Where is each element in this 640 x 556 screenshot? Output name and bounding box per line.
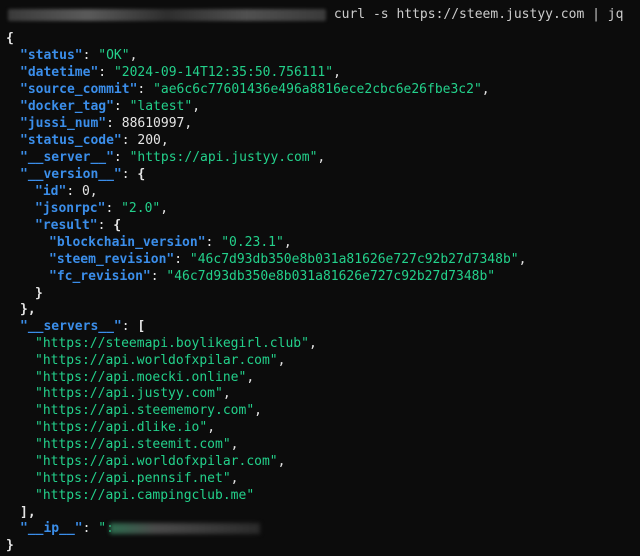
json-key: "docker_tag" <box>20 99 114 114</box>
json-key: "__server__" <box>20 150 114 165</box>
server-list-item: "https://api.dlike.io", <box>35 420 216 435</box>
server-list-item: "https://api.worldofxpilar.com", <box>35 353 286 368</box>
json-line-datetime: "datetime": "2024-09-14T12:35:50.756111"… <box>20 65 341 80</box>
json-key: "jsonrpc" <box>35 201 106 216</box>
json-key: "result" <box>35 218 98 233</box>
json-key: "status" <box>20 48 83 63</box>
json-line-id: "id": 0, <box>35 184 98 199</box>
json-line-source-commit: "source_commit": "ae6c6c77601436e496a881… <box>20 82 490 97</box>
server-list-item: "https://steemapi.boylikegirl.club", <box>35 336 317 351</box>
server-list-item: "https://api.campingclub.me" <box>35 488 255 503</box>
json-value: "46c7d93db350e8b031a81626e727c92b27d7348… <box>166 269 496 284</box>
server-list-item: "https://api.justyy.com", <box>35 386 231 401</box>
json-value: 0 <box>81 184 90 199</box>
json-value: 88610997 <box>121 116 185 131</box>
json-key: "__ip__" <box>20 521 83 536</box>
json-line-steem-revision: "steem_revision": "46c7d93db350e8b031a81… <box>49 252 527 267</box>
json-key: "id" <box>35 184 67 199</box>
json-key: "steem_revision" <box>49 252 175 267</box>
brace-close: }, <box>20 302 36 317</box>
json-value: "OK" <box>98 48 130 63</box>
json-line-status: "status": "OK", <box>20 48 138 63</box>
json-line-servers: "__servers__": [ <box>20 319 146 334</box>
redacted-prompt <box>8 8 326 21</box>
redacted-ip <box>109 523 260 534</box>
json-line-jussi-num: "jussi_num": 88610997, <box>20 116 193 131</box>
json-key: "__servers__" <box>20 319 122 334</box>
json-line-blockchain-version: "blockchain_version": "0.23.1", <box>49 235 292 250</box>
json-line-server: "__server__": "https://api.justyy.com", <box>20 150 326 165</box>
brace-close: } <box>35 286 43 301</box>
brace-open: { <box>6 31 14 46</box>
json-line-fc-revision: "fc_revision": "46c7d93db350e8b031a81626… <box>49 269 496 284</box>
json-key: "fc_revision" <box>49 269 151 284</box>
json-key: "status_code" <box>20 133 122 148</box>
command-text: curl -s https://steem.justyy.com | jq <box>333 7 624 22</box>
bracket-close: ], <box>20 505 36 520</box>
json-value: 200 <box>137 133 161 148</box>
json-value: "ae6c6c77601436e496a8816ece2cbc6e26fbe3c… <box>153 82 482 97</box>
server-list-item: "https://api.steemit.com", <box>35 437 239 452</box>
json-key: "datetime" <box>20 65 99 80</box>
json-line-docker-tag: "docker_tag": "latest", <box>20 99 201 114</box>
server-list-item: "https://api.moecki.online", <box>35 370 255 385</box>
json-value: "46c7d93db350e8b031a81626e727c92b27d7348… <box>189 252 519 267</box>
json-value: "latest" <box>129 99 193 114</box>
json-key: "source_commit" <box>20 82 138 97</box>
json-value: "2024-09-14T12:35:50.756111" <box>113 65 334 80</box>
json-line-result: "result": { <box>35 218 122 233</box>
server-list-item: "https://api.worldofxpilar.com", <box>35 454 286 469</box>
json-line-jsonrpc: "jsonrpc": "2.0", <box>35 201 169 216</box>
terminal-window[interactable]: curl -s https://steem.justyy.com | jq { … <box>0 0 640 556</box>
json-line-status-code: "status_code": 200, <box>20 133 169 148</box>
json-value: "https://api.justyy.com" <box>129 150 318 165</box>
json-line-ip: "__ip__": ": <box>20 520 260 537</box>
json-key: "__version__" <box>20 167 122 182</box>
json-key: "blockchain_version" <box>49 235 206 250</box>
next-prompt-line <box>8 549 323 556</box>
command-line: curl -s https://steem.justyy.com | jq <box>8 6 623 23</box>
json-value: "2.0" <box>121 201 161 216</box>
server-list-item: "https://api.pennsif.net", <box>35 471 239 486</box>
server-list-item: "https://api.steememory.com", <box>35 403 262 418</box>
json-line-version: "__version__": { <box>20 167 146 182</box>
json-value: "0.23.1" <box>221 235 284 250</box>
json-key: "jussi_num" <box>20 116 107 131</box>
